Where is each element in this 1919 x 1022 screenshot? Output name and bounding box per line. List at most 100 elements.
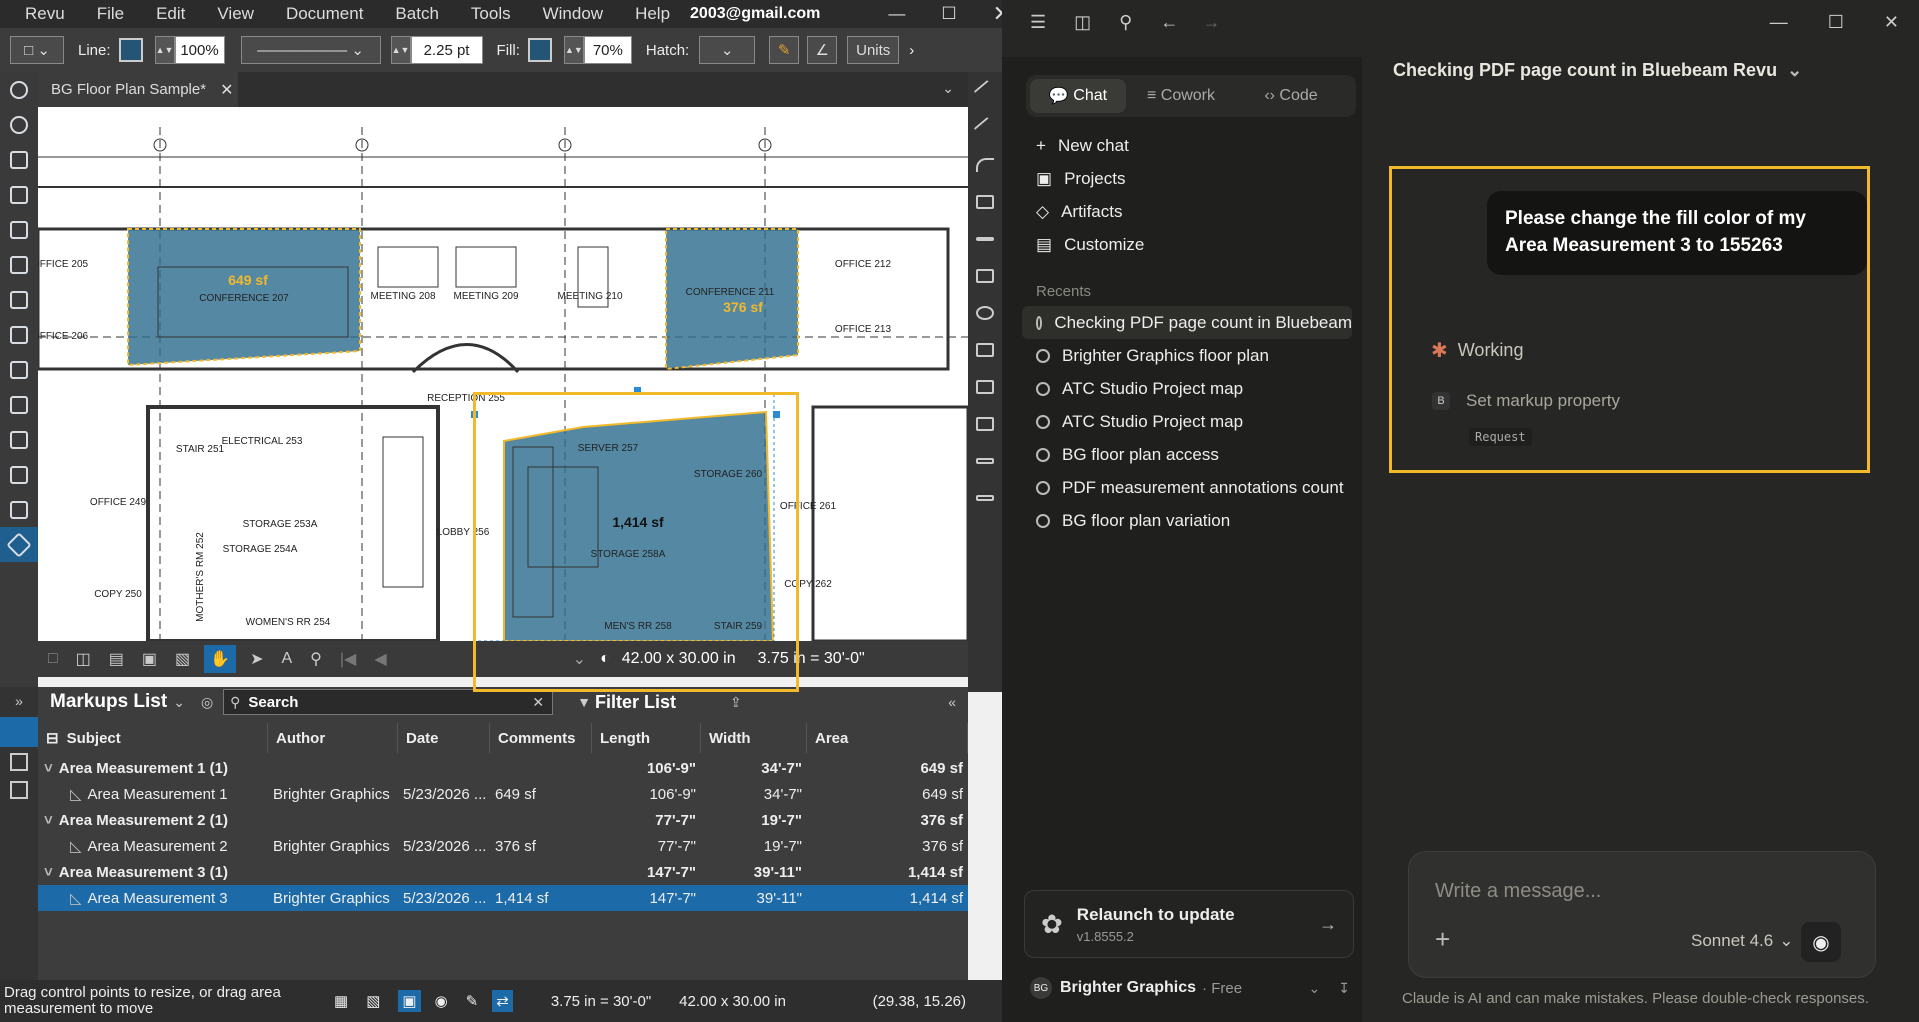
forward-icon[interactable]: → [1202, 12, 1220, 33]
conversation-title-button[interactable]: Checking PDF page count in Bluebeam Revu… [1393, 60, 1802, 81]
measure-length-icon[interactable] [968, 442, 1002, 479]
measure-icon[interactable] [0, 492, 38, 527]
markup-row[interactable]: ◺ Area Measurement 2 Brighter Graphics 5/2… [38, 833, 968, 859]
arrow-tool-icon[interactable] [968, 109, 1002, 146]
col-area[interactable]: Area [807, 723, 968, 753]
artifacts-link[interactable]: ◇ Artifacts [1022, 195, 1362, 228]
properties-icon[interactable] [0, 282, 38, 317]
recent-chat-2[interactable]: Brighter Graphics floor plan [1022, 339, 1352, 372]
markup-list-icon[interactable] [0, 717, 38, 747]
add-attachment-icon[interactable]: + [1435, 924, 1450, 955]
polyline-icon[interactable]: ∠ [807, 36, 838, 64]
user-profile[interactable]: BG Brighter Graphics · Free ⌄ ↧ [1030, 973, 1350, 1003]
search-icon[interactable]: ⚲ [1119, 12, 1132, 33]
settings-icon[interactable] [0, 107, 38, 142]
close-tab-icon[interactable]: ✕ [220, 80, 233, 100]
bookmarks-icon[interactable] [0, 212, 38, 247]
model-selector[interactable]: Sonnet 4.6 ⌄ [1691, 931, 1794, 951]
first-page-icon[interactable]: |◀ [340, 649, 356, 669]
menu-edit[interactable]: Edit [156, 4, 185, 24]
maximize-icon[interactable]: ☐ [941, 4, 956, 24]
col-comments[interactable]: Comments [490, 723, 592, 753]
menu-document[interactable]: Document [286, 4, 363, 24]
fill-pct-stepper[interactable]: ▲▼ [563, 36, 584, 64]
stop-button[interactable]: ◉ [1801, 922, 1841, 962]
zoom-icon[interactable]: ⚲ [310, 649, 322, 669]
model-icon[interactable] [10, 753, 28, 771]
layers-icon[interactable] [0, 527, 38, 562]
tool-chest-icon[interactable] [0, 142, 38, 177]
area-tool-icon[interactable] [968, 368, 1002, 405]
line-style-dropdown[interactable]: —————— ⌄ [240, 36, 381, 64]
col-width[interactable]: Width [701, 723, 807, 753]
file-access-icon[interactable] [0, 247, 38, 282]
download-icon[interactable]: ↧ [1338, 980, 1350, 997]
grid-icon[interactable]: ▦ [334, 992, 348, 1010]
stroke-width-field[interactable]: 2.25 pt [410, 36, 483, 64]
split-horizontal-icon[interactable]: ▤ [109, 649, 124, 669]
menu-revu[interactable]: Revu [25, 4, 65, 24]
ellipse-tool-icon[interactable] [968, 294, 1002, 331]
recent-chat-5[interactable]: BG floor plan access [1022, 438, 1352, 471]
menu-view[interactable]: View [217, 4, 254, 24]
recent-chat-7[interactable]: BG floor plan variation [1022, 504, 1352, 537]
tab-code[interactable]: ‹› Code [1236, 79, 1346, 113]
message-input[interactable]: Write a message... [1435, 880, 1601, 903]
dimension-tool-icon[interactable] [968, 220, 1002, 257]
crop-icon[interactable]: ▧ [175, 649, 190, 669]
markup-group-row[interactable]: ˅ Area Measurement 3 (1) 147'-7" 39'-11" 1,… [38, 859, 968, 885]
relaunch-update-card[interactable]: ✿ Relaunch to update v1.8555.2 → [1024, 890, 1354, 958]
tool-call-row[interactable]: B Set markup property [1432, 391, 1620, 411]
fill-color-swatch[interactable] [527, 38, 552, 62]
polygon-tool-icon[interactable] [968, 331, 1002, 368]
minimize-icon[interactable]: — [1770, 12, 1788, 33]
recent-chat-3[interactable]: ATC Studio Project map [1022, 372, 1352, 405]
menu-batch[interactable]: Batch [395, 4, 438, 24]
line-pct-stepper[interactable]: ▲▼ [154, 36, 175, 64]
tool-request-tag[interactable]: Request [1469, 428, 1532, 446]
scale-icon[interactable] [968, 479, 1002, 516]
units-button[interactable]: Units [847, 36, 900, 64]
line-opacity-field[interactable]: 100% [174, 36, 225, 64]
studio-icon[interactable] [0, 352, 38, 387]
content-snap-icon[interactable]: ▣ [398, 990, 421, 1012]
menu-window[interactable]: Window [543, 4, 603, 24]
menu-icon[interactable]: ☰ [1030, 12, 1046, 33]
close-icon[interactable]: ✕ [1884, 12, 1899, 33]
menu-tools[interactable]: Tools [471, 4, 511, 24]
stroke-stepper[interactable]: ▲▼ [390, 36, 411, 64]
sync-mode-icon[interactable]: ⇄ [492, 990, 513, 1012]
single-page-icon[interactable]: □ [48, 650, 58, 668]
col-date[interactable]: Date [398, 723, 490, 753]
line-color-swatch[interactable] [118, 38, 143, 62]
collapse-panel-icon[interactable]: » [0, 693, 38, 709]
markup-group-row[interactable]: ˅ Area Measurement 2 (1) 77'-7" 19'-7" 376 … [38, 807, 968, 833]
line-tool-icon[interactable] [968, 72, 1002, 109]
arc-tool-icon[interactable] [968, 146, 1002, 183]
recent-chat-4[interactable]: ATC Studio Project map [1022, 405, 1352, 438]
reuse-icon[interactable]: ✎ [466, 992, 479, 1010]
back-icon[interactable]: ← [1160, 12, 1178, 33]
maximize-icon[interactable]: ☐ [1828, 12, 1844, 33]
markup-snap-icon[interactable]: ◉ [435, 992, 448, 1010]
prev-page-icon[interactable]: ◀ [374, 649, 386, 669]
markup-group-row[interactable]: ˅ Area Measurement 1 (1) 106'-9" 34'-7" 649… [38, 755, 968, 781]
col-author[interactable]: Author [268, 723, 398, 753]
report-icon[interactable] [10, 781, 28, 799]
signatures-icon[interactable] [0, 387, 38, 422]
fill-opacity-field[interactable]: 70% [583, 36, 632, 64]
search-icon[interactable] [0, 72, 38, 107]
sidebar-toggle-icon[interactable]: ◫ [1074, 12, 1091, 33]
pan-hand-icon[interactable]: ✋ [204, 645, 237, 673]
col-subject[interactable]: ⊟ Subject [38, 723, 268, 753]
menu-help[interactable]: Help [635, 4, 670, 24]
forms-icon[interactable] [0, 317, 38, 352]
minimize-icon[interactable]: — [888, 4, 905, 24]
recent-chat-6[interactable]: PDF measurement annotations count [1022, 471, 1352, 504]
recent-chat-1[interactable]: Checking PDF page count in Bluebeam [1022, 306, 1352, 339]
sets-icon[interactable] [0, 457, 38, 492]
new-chat-button[interactable]: + New chat [1022, 129, 1362, 162]
snap-icon[interactable]: ▧ [366, 992, 380, 1010]
tool-select-dropdown[interactable]: □ ⌄ [10, 36, 64, 64]
cutout-tool-icon[interactable] [968, 405, 1002, 442]
